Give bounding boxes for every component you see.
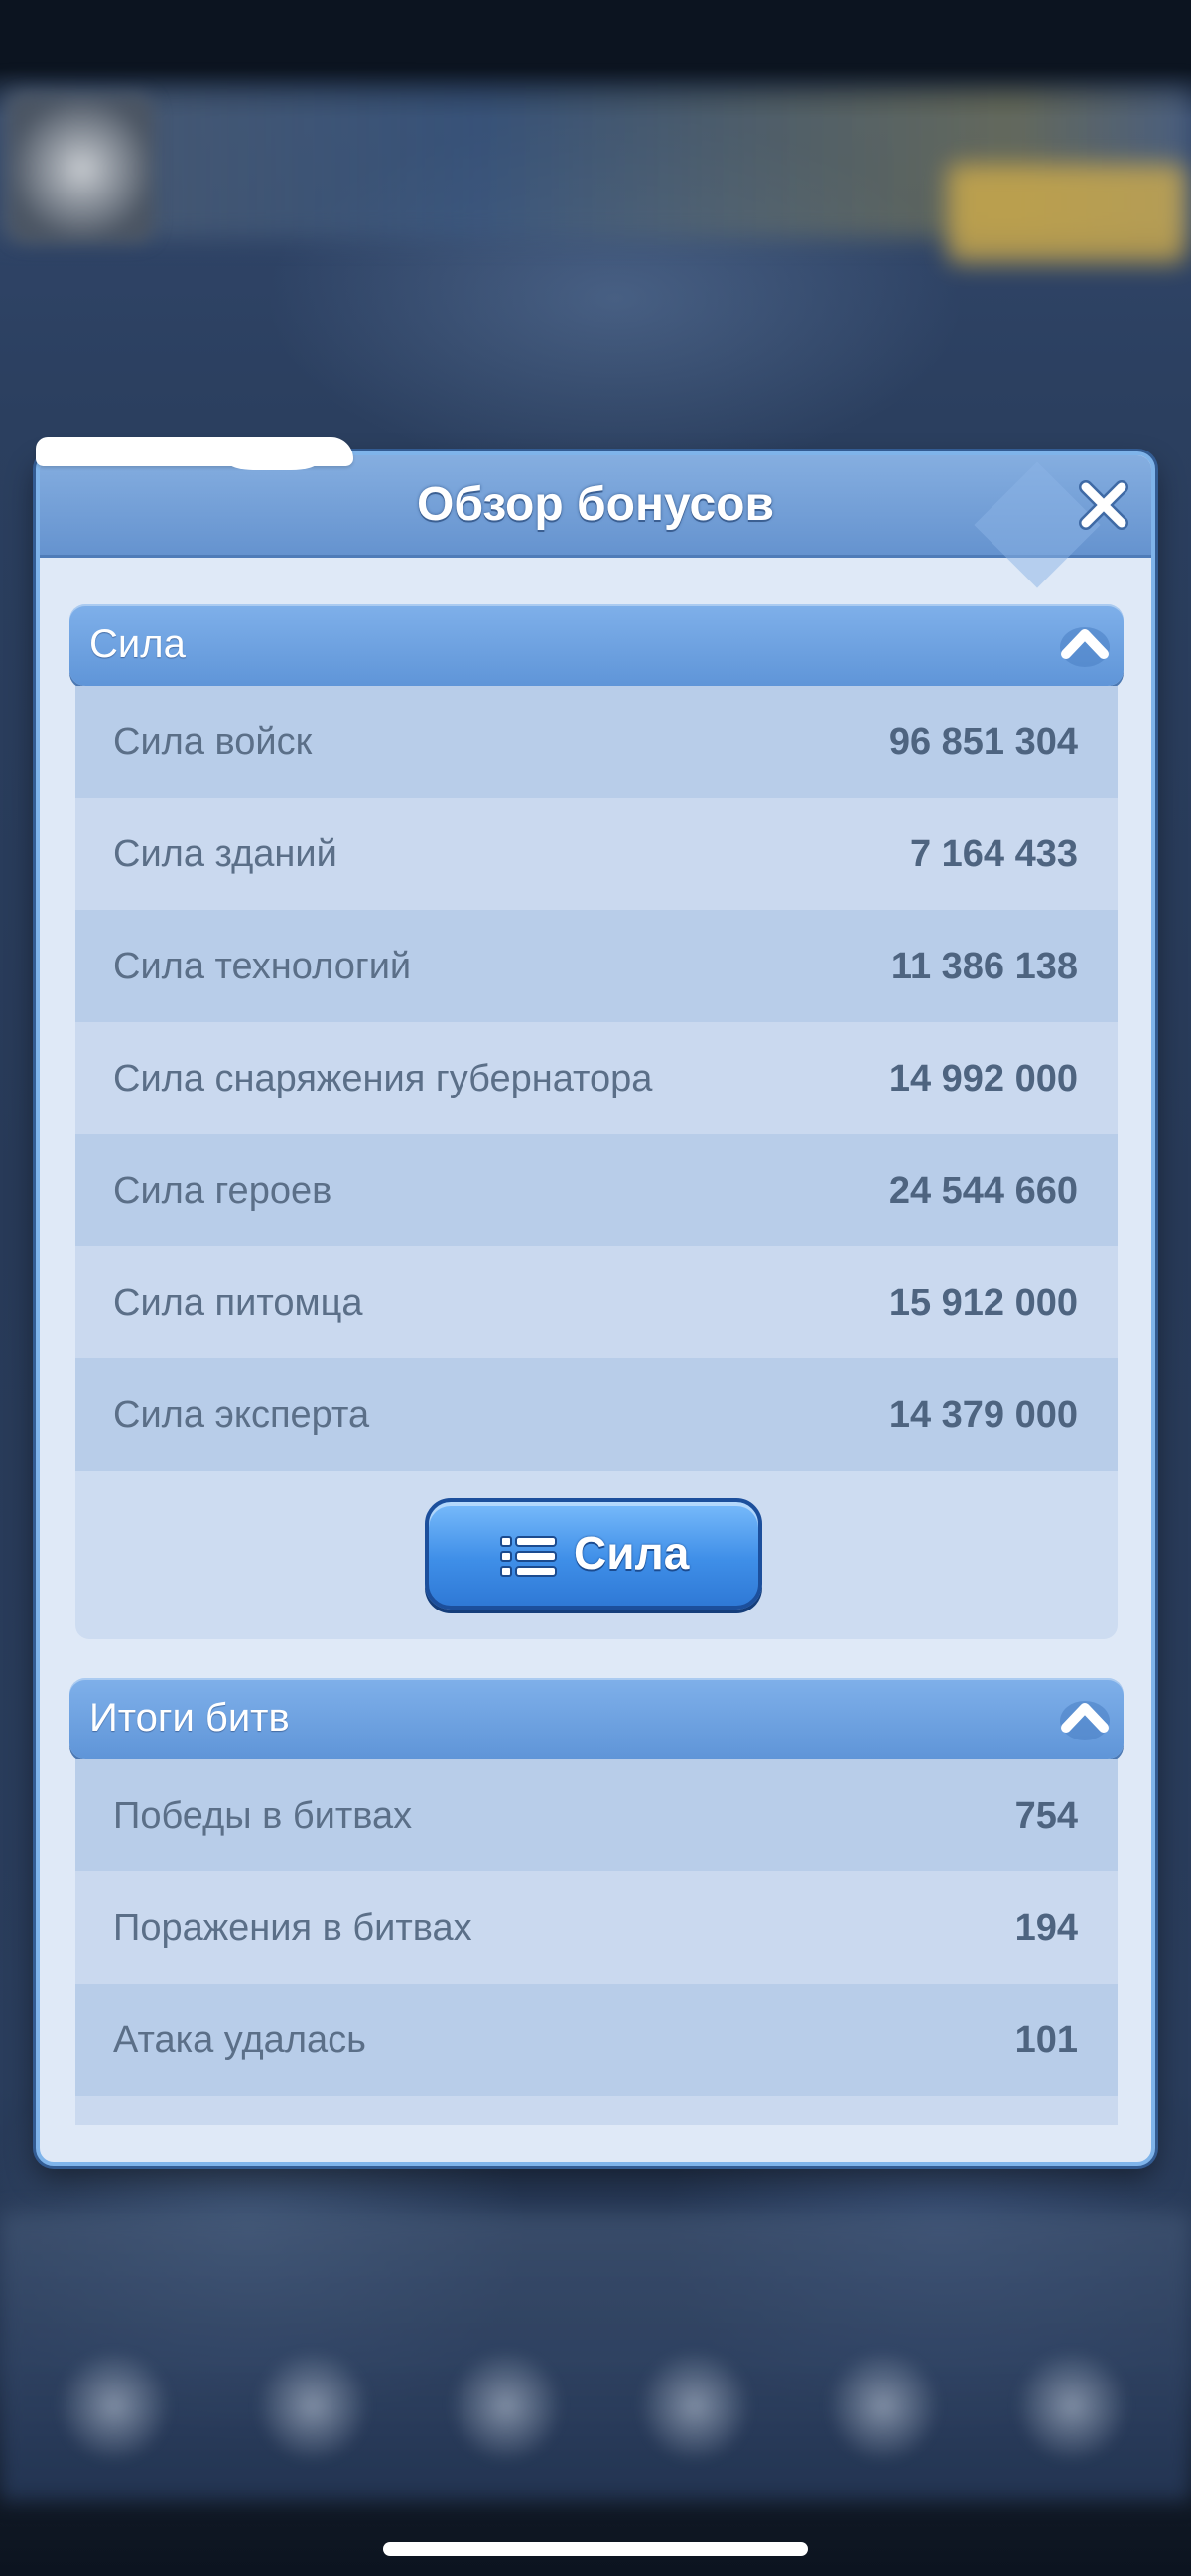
dialog-title: Обзор бонусов bbox=[417, 478, 774, 531]
battle-rows: Победы в битвах 754 Поражения в битвах 1… bbox=[75, 1759, 1118, 2125]
list-icon bbox=[500, 1536, 557, 1577]
battle-section-title: Итоги битв bbox=[89, 1696, 290, 1739]
row-value: 14 992 000 bbox=[888, 1058, 1078, 1099]
power-row-expert: Сила эксперта 14 379 000 bbox=[75, 1358, 1118, 1471]
blurred-bottom-nav bbox=[0, 2213, 1191, 2501]
battle-results-section: Итоги битв Победы в битвах 754 Поражения… bbox=[69, 1678, 1124, 2125]
row-label: Сила технологий bbox=[113, 946, 412, 987]
row-value: 24 544 660 bbox=[888, 1170, 1078, 1212]
row-value: 14 379 000 bbox=[888, 1394, 1078, 1436]
row-value: 194 bbox=[1014, 1907, 1078, 1949]
row-value: 7 164 433 bbox=[909, 834, 1078, 875]
power-button-area: Сила bbox=[75, 1471, 1118, 1639]
power-rows: Сила войск 96 851 304 Сила зданий 7 164 … bbox=[75, 686, 1118, 1639]
power-section: Сила Сила войск 96 851 304 Сила зданий 7… bbox=[69, 604, 1124, 1639]
power-section-title: Сила bbox=[89, 622, 186, 666]
power-section-header[interactable]: Сила bbox=[69, 604, 1124, 686]
row-value: 11 386 138 bbox=[890, 946, 1078, 987]
row-value: 101 bbox=[1014, 2019, 1078, 2061]
blurred-nav-icon bbox=[1012, 2352, 1131, 2461]
power-row-governor-gear: Сила снаряжения губернатора 14 992 000 bbox=[75, 1022, 1118, 1134]
chevron-up-icon[interactable] bbox=[1058, 620, 1112, 670]
power-button-label: Сила bbox=[574, 1527, 690, 1579]
row-label: Сила питомца bbox=[113, 1282, 363, 1324]
row-label: Сила эксперта bbox=[113, 1394, 370, 1436]
battle-row-defeats: Поражения в битвах 194 bbox=[75, 1871, 1118, 1984]
blurred-avatar bbox=[10, 94, 154, 243]
blurred-event-banner bbox=[948, 164, 1186, 263]
row-label: Сила снаряжения губернатора bbox=[113, 1058, 653, 1099]
battle-row-successful-attacks: Атака удалась 101 bbox=[75, 1984, 1118, 2096]
power-row-pet: Сила питомца 15 912 000 bbox=[75, 1246, 1118, 1358]
close-icon bbox=[1079, 480, 1128, 530]
home-indicator[interactable] bbox=[383, 2542, 808, 2556]
chevron-up-icon[interactable] bbox=[1058, 1694, 1112, 1743]
power-details-button[interactable]: Сила bbox=[425, 1498, 762, 1610]
blurred-nav-icon bbox=[55, 2352, 174, 2461]
blurred-nav-icon bbox=[824, 2352, 943, 2461]
power-row-buildings: Сила зданий 7 164 433 bbox=[75, 798, 1118, 910]
close-button[interactable] bbox=[1074, 475, 1133, 535]
blurred-nav-icon bbox=[635, 2352, 754, 2461]
row-label: Победы в битвах bbox=[113, 1795, 413, 1837]
row-label: Сила героев bbox=[113, 1170, 332, 1212]
row-value: 15 912 000 bbox=[888, 1282, 1078, 1324]
dialog-header: Обзор бонусов bbox=[40, 455, 1151, 588]
row-value: 96 851 304 bbox=[888, 721, 1078, 763]
row-label: Сила зданий bbox=[113, 834, 337, 875]
battle-row-victories: Победы в битвах 754 bbox=[75, 1759, 1118, 1871]
row-label: Поражения в битвах bbox=[113, 1907, 472, 1949]
row-value: 754 bbox=[1014, 1795, 1078, 1837]
blurred-nav-icon bbox=[253, 2352, 372, 2461]
row-label: Атака удалась bbox=[113, 2019, 366, 2061]
row-label: Сила войск bbox=[113, 721, 313, 763]
power-row-heroes: Сила героев 24 544 660 bbox=[75, 1134, 1118, 1246]
blurred-nav-icon bbox=[447, 2352, 566, 2461]
power-row-technologies: Сила технологий 11 386 138 bbox=[75, 910, 1118, 1022]
power-row-troops: Сила войск 96 851 304 bbox=[75, 686, 1118, 798]
bonus-overview-dialog: Обзор бонусов Сила Сила войск 96 851 304 bbox=[36, 451, 1155, 2166]
battle-row-partial bbox=[75, 2096, 1118, 2125]
battle-section-header[interactable]: Итоги битв bbox=[69, 1678, 1124, 1759]
